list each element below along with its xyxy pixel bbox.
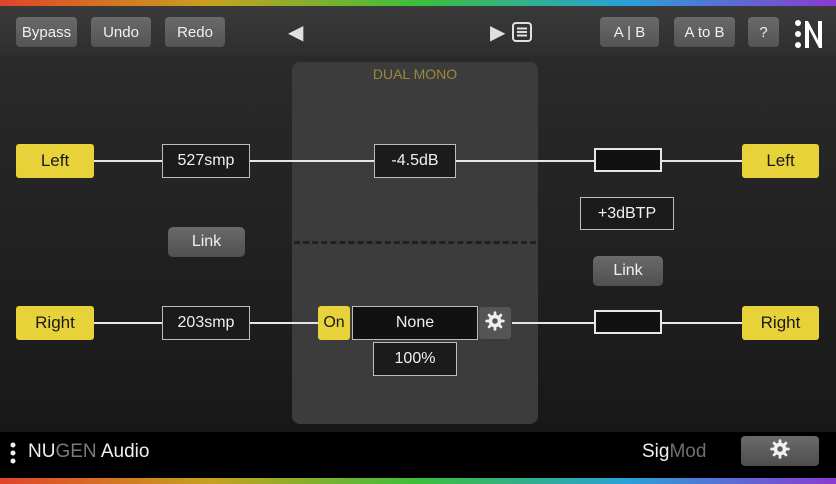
brand-audio: Audio (96, 441, 150, 462)
left-input-button[interactable]: Left (16, 144, 94, 178)
wire (94, 322, 162, 324)
left-output-meter (594, 148, 662, 172)
a-to-b-button[interactable]: A to B (674, 17, 735, 47)
toolbar: Bypass Undo Redo ◀ ▶ A | B A to B ? (0, 6, 836, 56)
wire (250, 160, 374, 162)
right-input-button[interactable]: Right (16, 306, 94, 340)
ceiling-field[interactable]: +3dBTP (580, 197, 674, 230)
redo-button[interactable]: Redo (165, 17, 225, 47)
left-output-button[interactable]: Left (742, 144, 819, 178)
right-output-meter (594, 310, 662, 334)
previous-preset-icon[interactable]: ◀ (288, 20, 303, 45)
filter-select[interactable]: None (352, 306, 478, 340)
left-gain-field[interactable]: -4.5dB (374, 144, 456, 178)
filter-settings-button[interactable] (479, 307, 511, 339)
ab-compare-button[interactable]: A | B (600, 17, 659, 47)
mix-field[interactable]: 100% (373, 342, 457, 376)
settings-button[interactable] (741, 436, 819, 466)
undo-button[interactable]: Undo (91, 17, 151, 47)
brand-name: NUGEN Audio (28, 441, 149, 463)
brand-gen: GEN (55, 441, 97, 462)
bypass-button[interactable]: Bypass (16, 17, 77, 47)
bottom-color-stripe (0, 478, 836, 484)
wire (250, 322, 318, 324)
filter-on-button[interactable]: On (318, 306, 350, 340)
product-sig: Sig (642, 441, 670, 462)
menu-dots-icon[interactable] (10, 442, 16, 464)
brand-nu: NU (28, 441, 56, 462)
product-name: SigMod (642, 441, 706, 463)
next-preset-icon[interactable]: ▶ (490, 20, 505, 45)
gear-icon (484, 310, 506, 337)
right-delay-field[interactable]: 203smp (162, 306, 250, 340)
wire (662, 160, 742, 162)
help-button[interactable]: ? (748, 17, 779, 47)
wire (512, 322, 594, 324)
delay-link-button[interactable]: Link (168, 227, 245, 257)
wire (662, 322, 742, 324)
product-mod: Mod (669, 441, 707, 462)
limiter-link-button[interactable]: Link (593, 256, 663, 286)
nugen-logo-icon (794, 18, 824, 50)
channel-divider (294, 241, 536, 244)
wire (456, 160, 594, 162)
preset-list-icon[interactable] (512, 22, 532, 42)
panel-title: DUAL MONO (372, 66, 458, 82)
left-delay-field[interactable]: 527smp (162, 144, 250, 178)
gear-icon (769, 438, 791, 465)
right-output-button[interactable]: Right (742, 306, 819, 340)
wire (94, 160, 162, 162)
